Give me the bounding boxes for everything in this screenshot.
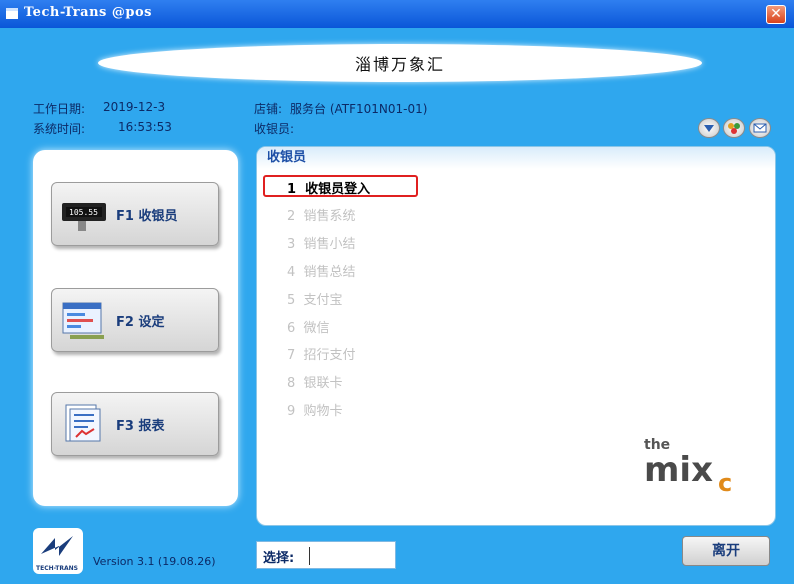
- menu-item-number: 9: [287, 404, 296, 419]
- tech-trans-logo: TECH-TRANS: [33, 528, 83, 574]
- menu-item-label: 销售小结: [303, 237, 356, 252]
- logo-sub: c: [718, 469, 732, 497]
- menu-item-number: 5: [287, 293, 296, 308]
- menu-item-number: 4: [287, 265, 296, 280]
- menu-item-number: 8: [287, 376, 296, 391]
- f2-settings-button[interactable]: F2 设定: [51, 288, 219, 352]
- select-box: 选择:: [256, 541, 396, 569]
- menu-item-number: 7: [287, 348, 296, 363]
- select-label: 选择:: [263, 551, 295, 566]
- menu-item-sales-system[interactable]: 2 销售系统: [287, 205, 356, 224]
- store-value: 服务台 (ATF101N01-01): [290, 102, 428, 116]
- work-date-value: 2019-12-3: [103, 100, 166, 114]
- title-bar: Tech-Trans @pos ✕: [0, 0, 794, 28]
- settings-window-icon: [60, 301, 108, 341]
- app-window-icon: [6, 8, 18, 19]
- menu-item-sales-summary[interactable]: 3 销售小结: [287, 233, 356, 252]
- menu-item-sales-total[interactable]: 4 销售总结: [287, 261, 356, 280]
- work-date-label: 工作日期:: [33, 102, 86, 116]
- menu-item-number: 6: [287, 321, 296, 336]
- menu-item-cashier-login[interactable]: 1 收银员登入: [287, 178, 370, 197]
- f1-cashier-button[interactable]: 105.55 F1 收银员: [51, 182, 219, 246]
- f3-report-button[interactable]: F3 报表: [51, 392, 219, 456]
- menu-item-label: 支付宝: [303, 293, 343, 308]
- store-banner: 淄博万象汇: [98, 44, 702, 82]
- menu-item-number: 1: [287, 182, 297, 197]
- menu-item-label: 销售系统: [303, 209, 356, 224]
- report-icon: [60, 403, 108, 443]
- menu-item-number: 3: [287, 237, 296, 252]
- menu-item-label: 销售总结: [303, 265, 356, 280]
- logo-mark: mix: [644, 450, 713, 490]
- brand-text: TECH-TRANS: [36, 565, 78, 572]
- system-time-label: 系统时间:: [33, 122, 86, 136]
- down-arrow-icon[interactable]: [698, 118, 720, 138]
- menu-item-wechat[interactable]: 6 微信: [287, 317, 330, 336]
- menu-item-label: 收银员登入: [305, 182, 371, 197]
- svg-text:105.55: 105.55: [69, 208, 98, 217]
- function-panel: 105.55 F1 收银员 F2 设定 F3 报表: [33, 150, 238, 506]
- f1-cashier-label: F1 收银员: [116, 209, 178, 224]
- mail-icon[interactable]: [749, 118, 771, 138]
- menu-item-cmb-pay[interactable]: 7 招行支付: [287, 344, 356, 363]
- cash-register-icon: 105.55: [60, 195, 108, 235]
- window-title: Tech-Trans @pos: [24, 5, 152, 20]
- menu-header: 收银员: [257, 147, 775, 169]
- menu-item-label: 银联卡: [303, 376, 343, 391]
- store-label: 店铺:: [254, 102, 283, 116]
- the-mixc-logo: the mix c: [644, 437, 732, 497]
- version-text: Version 3.1 (19.08.26): [93, 555, 216, 568]
- menu-item-label: 微信: [303, 321, 330, 336]
- menu-item-unionpay[interactable]: 8 银联卡: [287, 372, 343, 391]
- close-button[interactable]: ✕: [766, 5, 786, 24]
- menu-item-label: 购物卡: [303, 404, 343, 419]
- menu-item-number: 2: [287, 209, 296, 224]
- cashier-label: 收银员:: [254, 122, 295, 136]
- leave-button[interactable]: 离开: [682, 536, 770, 566]
- system-time-value: 16:53:53: [118, 120, 172, 134]
- menu-list-panel: 收银员 1 收银员登入 2 销售系统 3 销售小结 4 销售总结 5 支付宝 6…: [256, 146, 776, 526]
- f2-settings-label: F2 设定: [116, 315, 165, 330]
- menu-item-gift-card[interactable]: 9 购物卡: [287, 400, 343, 419]
- menu-item-label: 招行支付: [303, 348, 356, 363]
- f3-report-label: F3 报表: [116, 419, 165, 434]
- menu-item-alipay[interactable]: 5 支付宝: [287, 289, 343, 308]
- main-window: Tech-Trans @pos ✕ 淄博万象汇 工作日期: 2019-12-3 …: [0, 0, 794, 584]
- users-icon[interactable]: [723, 118, 745, 138]
- select-input[interactable]: [309, 547, 394, 565]
